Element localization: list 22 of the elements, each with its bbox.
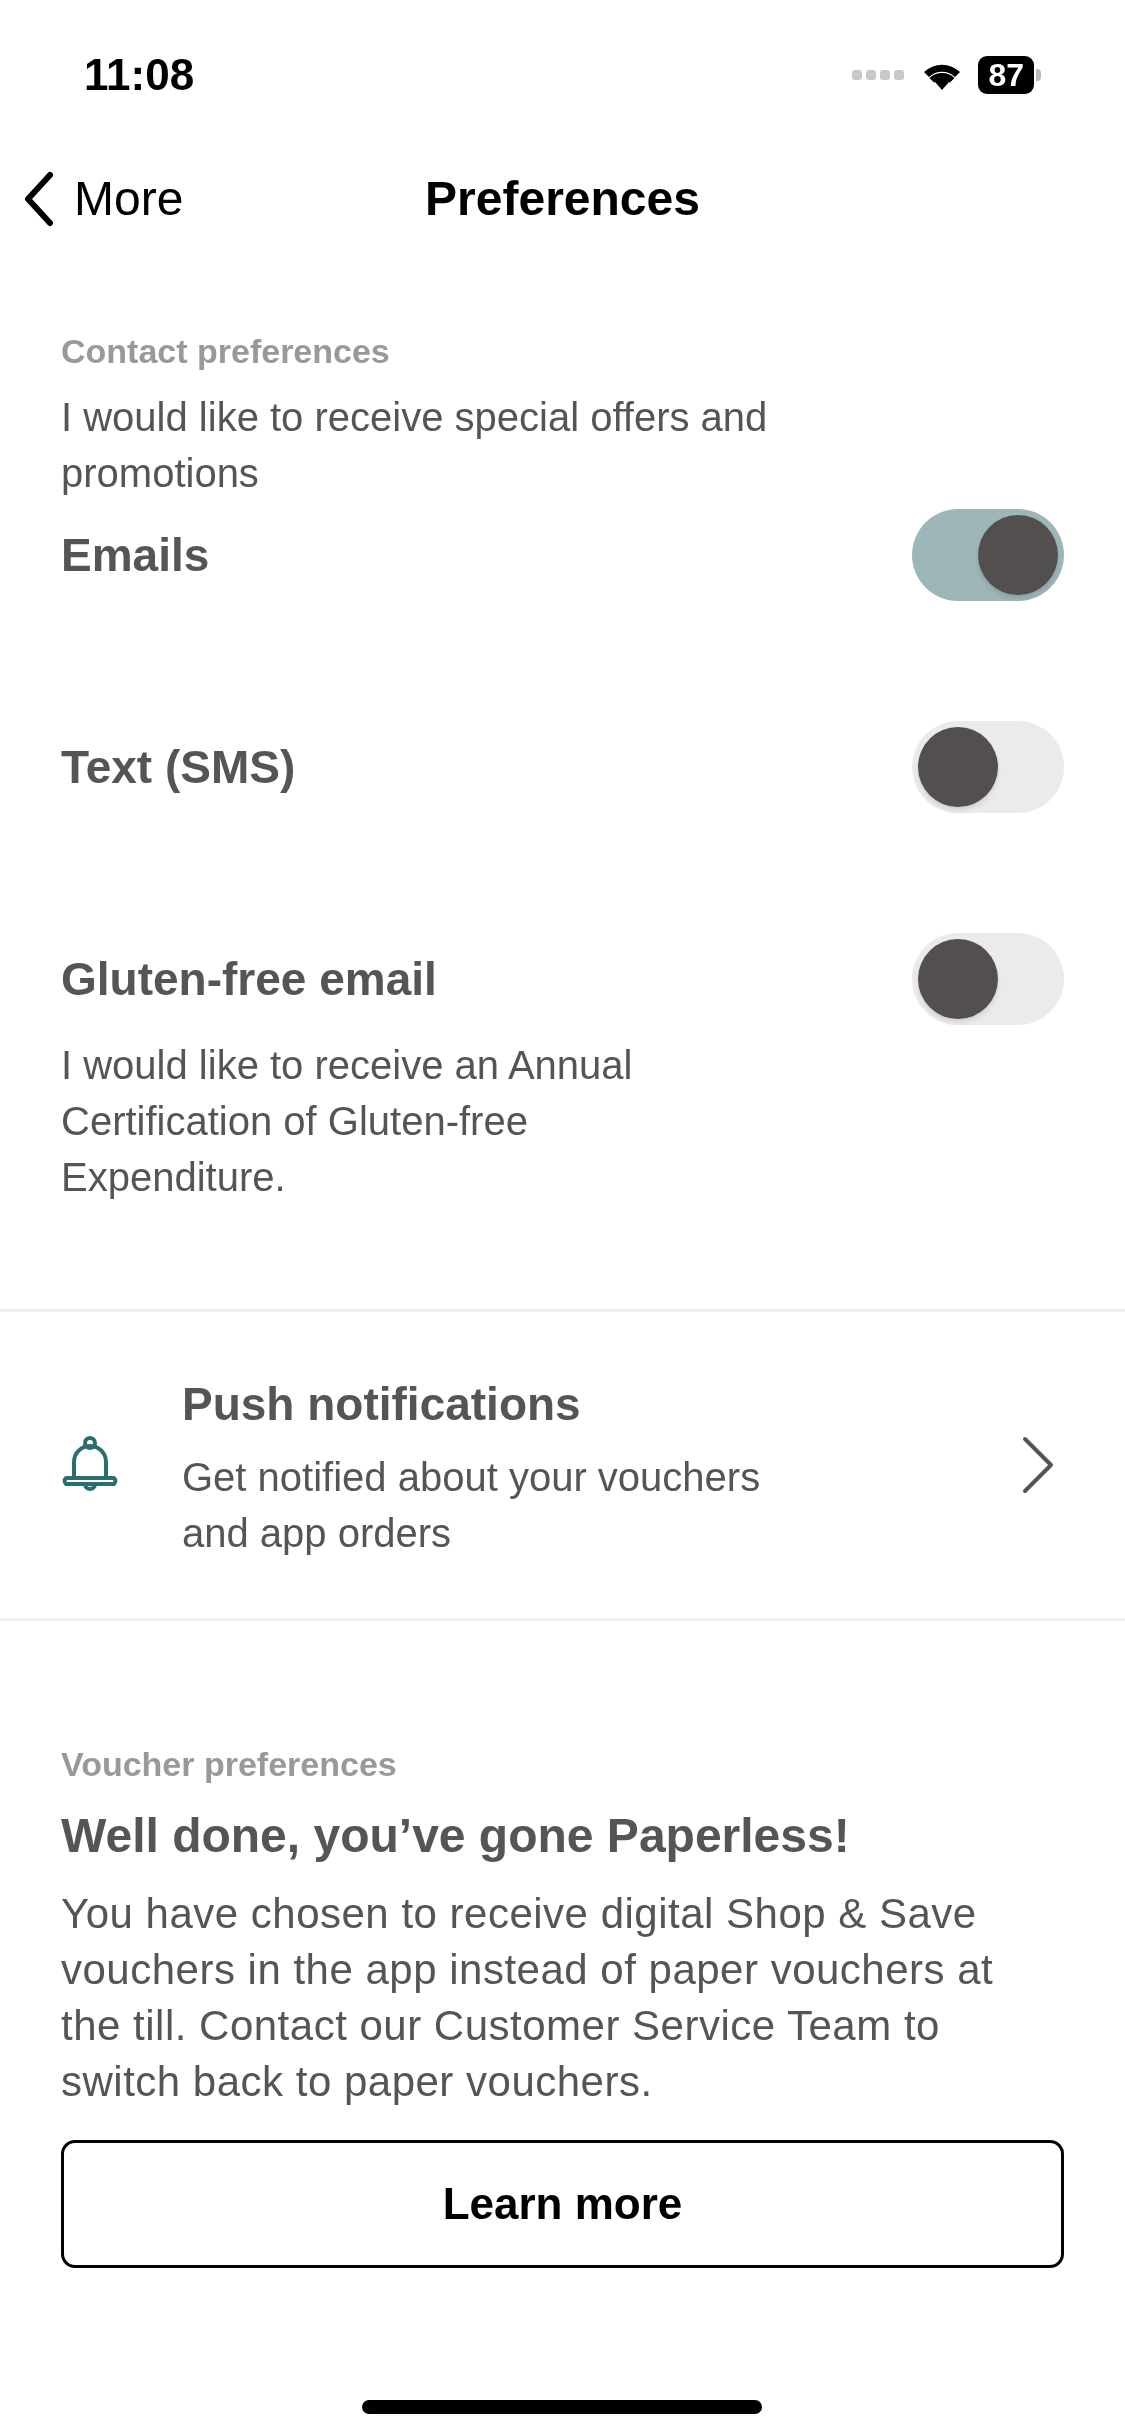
bell-icon [62, 1436, 118, 1494]
toggle-label: Emails [61, 527, 210, 583]
push-title: Push notifications [182, 1376, 582, 1432]
voucher-title: Well done, you’ve gone Paperless! [61, 1808, 851, 1864]
toggle-label: Gluten-free email [61, 951, 437, 1007]
back-button[interactable]: More [24, 163, 184, 235]
push-notifications-row[interactable]: Push notifications Get notified about your vouchers and app orders [0, 1312, 1125, 1618]
push-subtitle: Get notified about your vouchers and app orders [182, 1453, 762, 1557]
section-label: Contact preferences [61, 331, 391, 372]
toggle-note: I would like to receive an Annual Certification of Gluten-free Expenditure. [61, 1042, 634, 1201]
section-label: Voucher preferences [61, 1744, 398, 1785]
battery-tip-icon [1036, 69, 1041, 81]
page-title: Preferences [425, 171, 700, 227]
section-intro: I would like to receive special offers and promotions [61, 394, 769, 497]
chevron-left-icon [24, 171, 54, 227]
signal-icon [852, 68, 907, 82]
chevron-right-icon [1021, 1435, 1055, 1495]
toggle-label: Text (SMS) [61, 739, 296, 795]
battery-level: 87 [978, 56, 1034, 94]
status-time: 11:08 [84, 49, 195, 101]
voucher-body: You have chosen to receive digital Shop & Save vouchers in the app instead of paper vouchers at the till. Contact our Customer Service Team to switch back to paper vouchers. [61, 1889, 995, 2107]
learn-more-button[interactable]: Learn more [61, 2140, 1064, 2268]
